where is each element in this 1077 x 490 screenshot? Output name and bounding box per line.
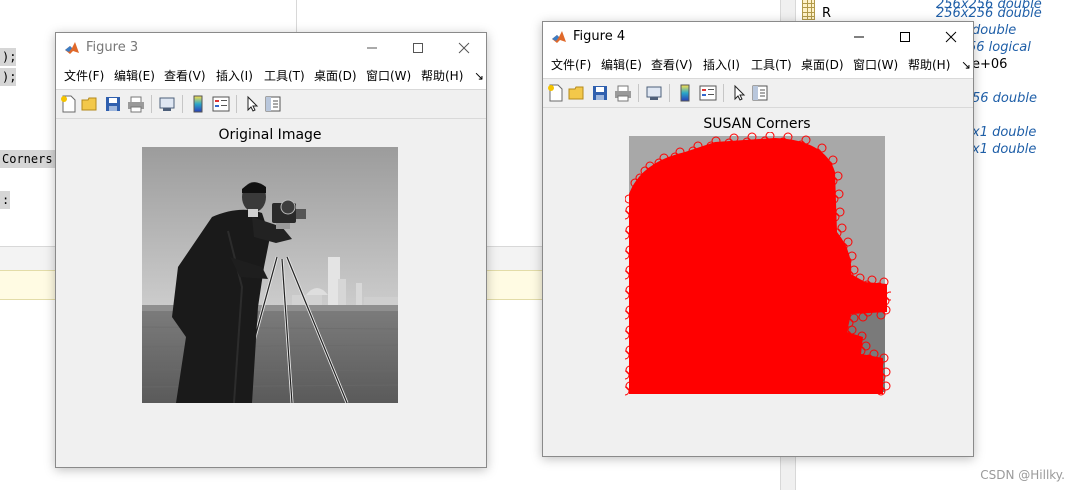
cameraman-image xyxy=(142,147,398,403)
figure3-menubar: 文件(F) 编辑(E) 查看(V) 插入(I) 工具(T) 桌面(D) 窗口(W… xyxy=(56,63,486,89)
code-fragment: : xyxy=(0,191,10,209)
workspace-value: 256x256 double xyxy=(936,6,1042,21)
toolbar-separator xyxy=(182,95,183,113)
close-button[interactable] xyxy=(928,22,974,52)
figure4-title: Figure 4 xyxy=(573,29,626,44)
property-inspector-icon[interactable] xyxy=(264,95,282,113)
matlab-logo-icon xyxy=(552,31,566,43)
link-plot-icon[interactable] xyxy=(158,95,176,113)
menu-insert[interactable]: 插入(I) xyxy=(703,58,740,73)
menu-help[interactable]: 帮助(H) xyxy=(908,58,950,73)
toolbar-separator xyxy=(151,95,152,113)
new-figure-icon[interactable] xyxy=(547,84,565,102)
figure4-toolbar xyxy=(543,78,973,108)
menu-desktop[interactable]: 桌面(D) xyxy=(801,58,844,73)
toolbar-separator xyxy=(723,84,724,102)
figure4-titlebar[interactable]: Figure 4 xyxy=(543,22,973,52)
menu-overflow-icon[interactable]: ↘ xyxy=(474,69,484,84)
workspace-value: 56 double xyxy=(972,91,1037,106)
menu-edit[interactable]: 编辑(E) xyxy=(601,58,642,73)
workspace-value: double xyxy=(972,23,1017,38)
figure4-menubar: 文件(F) 编辑(E) 查看(V) 插入(I) 工具(T) 桌面(D) 窗口(W… xyxy=(543,52,973,78)
maximize-button[interactable] xyxy=(395,33,441,63)
menu-edit[interactable]: 编辑(E) xyxy=(114,69,155,84)
axes-title: Original Image xyxy=(218,127,322,143)
menu-view[interactable]: 查看(V) xyxy=(164,69,206,84)
toolbar-separator xyxy=(638,84,639,102)
open-file-icon[interactable] xyxy=(81,95,99,113)
minimize-button[interactable] xyxy=(349,33,395,63)
minimize-icon xyxy=(854,36,864,38)
save-icon[interactable] xyxy=(591,84,609,102)
figure3-titlebar[interactable]: Figure 3 xyxy=(56,33,486,63)
menu-window[interactable]: 窗口(W) xyxy=(366,69,411,84)
workspace-value: e+06 xyxy=(972,57,1008,72)
menu-help[interactable]: 帮助(H) xyxy=(421,69,463,84)
minimize-button[interactable] xyxy=(836,22,882,52)
property-inspector-icon[interactable] xyxy=(751,84,769,102)
figure3-title: Figure 3 xyxy=(86,40,139,55)
colorbar-icon[interactable] xyxy=(676,84,694,102)
menu-file[interactable]: 文件(F) xyxy=(64,69,104,84)
code-fragment: ); xyxy=(0,68,17,86)
figure3-window[interactable]: Figure 3 文件(F) 编辑(E) 查看(V) 插入(I) 工具(T) 桌… xyxy=(55,32,487,468)
legend-icon[interactable] xyxy=(699,84,717,102)
close-button[interactable] xyxy=(441,33,487,63)
code-fragment: Corners' xyxy=(0,150,60,168)
watermark: CSDN @Hillky. xyxy=(980,468,1065,482)
pointer-icon[interactable] xyxy=(730,84,748,102)
workspace-row[interactable]: R 256x256 double xyxy=(800,5,1070,22)
menu-overflow-icon[interactable]: ↘ xyxy=(961,58,971,73)
print-icon[interactable] xyxy=(127,95,145,113)
workspace-value: 56 logical xyxy=(968,40,1031,55)
maximize-button[interactable] xyxy=(882,22,928,52)
new-figure-icon[interactable] xyxy=(60,95,78,113)
figure3-toolbar xyxy=(56,89,486,119)
menu-tools[interactable]: 工具(T) xyxy=(264,69,305,84)
workspace-var-name: R xyxy=(822,6,832,21)
save-icon[interactable] xyxy=(104,95,122,113)
workspace-value: x1 double xyxy=(972,125,1037,140)
axes-title: SUSAN Corners xyxy=(703,116,811,132)
menu-file[interactable]: 文件(F) xyxy=(551,58,591,73)
toolbar-separator xyxy=(236,95,237,113)
matlab-logo-icon xyxy=(65,42,79,54)
menu-insert[interactable]: 插入(I) xyxy=(216,69,253,84)
print-icon[interactable] xyxy=(614,84,632,102)
figure4-window[interactable]: Figure 4 文件(F) 编辑(E) 查看(V) 插入(I) 工具(T) 桌… xyxy=(542,21,974,457)
workspace-value: x1 double xyxy=(972,142,1037,157)
colorbar-icon[interactable] xyxy=(189,95,207,113)
legend-icon[interactable] xyxy=(212,95,230,113)
menu-desktop[interactable]: 桌面(D) xyxy=(314,69,357,84)
pointer-icon[interactable] xyxy=(243,95,261,113)
close-icon xyxy=(458,42,470,54)
menu-window[interactable]: 窗口(W) xyxy=(853,58,898,73)
susan-corners-plot xyxy=(625,132,891,396)
close-icon xyxy=(945,31,957,43)
menu-tools[interactable]: 工具(T) xyxy=(751,58,792,73)
open-file-icon[interactable] xyxy=(568,84,586,102)
maximize-icon xyxy=(900,32,910,42)
matrix-icon xyxy=(802,7,815,20)
link-plot-icon[interactable] xyxy=(645,84,663,102)
maximize-icon xyxy=(413,43,423,53)
code-fragment: ); xyxy=(0,48,17,66)
menu-view[interactable]: 查看(V) xyxy=(651,58,693,73)
minimize-icon xyxy=(367,47,377,49)
toolbar-separator xyxy=(669,84,670,102)
